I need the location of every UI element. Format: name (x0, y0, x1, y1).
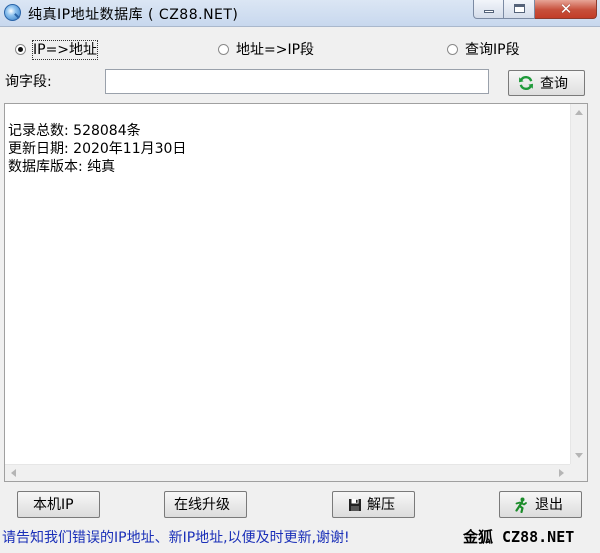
minimize-icon (484, 10, 494, 13)
result-text-area[interactable]: 记录总数: 528084条更新日期: 2020年11月30日 数据库版本: 纯真 (4, 103, 588, 482)
local-ip-button[interactable]: 本机IP (17, 491, 100, 518)
query-button[interactable]: 查询 (508, 70, 585, 96)
radio-dot (218, 44, 229, 55)
close-button[interactable]: ✕ (535, 0, 597, 19)
scroll-left-arrow-icon[interactable] (11, 469, 16, 477)
vertical-scrollbar[interactable] (570, 104, 587, 464)
radio-address-to-ip-range[interactable]: 地址=>IP段 (218, 41, 338, 59)
scroll-up-arrow-icon[interactable] (575, 110, 583, 115)
status-message: 请告知我们错误的IP地址、新IP地址,以便及时更新,谢谢! (2, 530, 350, 546)
app-window: 纯真IP地址数据库 ( CZ88.NET) ✕ IP=>地址 地址=>IP段 查… (0, 0, 600, 553)
online-upgrade-button-label: 在线升级 (174, 497, 230, 513)
radio-ip-to-address[interactable]: IP=>地址 (15, 40, 115, 60)
query-input[interactable] (105, 69, 489, 94)
local-ip-button-label: 本机IP (33, 497, 74, 513)
radio-query-ip-range[interactable]: 查询IP段 (447, 41, 547, 59)
app-logo-icon (4, 4, 21, 21)
refresh-icon (519, 76, 533, 90)
result-text: 记录总数: 528084条更新日期: 2020年11月30日 数据库版本: 纯真 (8, 122, 186, 176)
maximize-icon (514, 4, 525, 13)
radio-label: 地址=>IP段 (236, 42, 315, 58)
scroll-right-arrow-icon[interactable] (559, 469, 564, 477)
online-upgrade-button[interactable]: 在线升级 (164, 491, 247, 518)
exit-button-label: 退出 (535, 497, 563, 513)
scroll-down-arrow-icon[interactable] (575, 453, 583, 458)
unzip-button-label: 解压 (367, 497, 395, 513)
exit-button[interactable]: 退出 (499, 491, 582, 518)
floppy-disk-icon (349, 499, 361, 511)
horizontal-scrollbar[interactable] (5, 464, 570, 481)
query-field-label: 询字段: (5, 74, 52, 90)
query-button-label: 查询 (540, 75, 568, 91)
title-bar[interactable]: 纯真IP地址数据库 ( CZ88.NET) ✕ (0, 0, 600, 27)
result-line-db-version: 数据库版本: 纯真 (8, 159, 116, 175)
radio-label: 查询IP段 (465, 42, 520, 58)
radio-label: IP=>地址 (31, 40, 99, 60)
result-line-update-date: 更新日期: 2020年11月30日 (8, 141, 187, 157)
status-brand: 金狐 CZ88.NET (463, 528, 575, 546)
running-man-icon (515, 497, 527, 513)
radio-dot (15, 44, 26, 55)
maximize-button[interactable] (504, 0, 535, 19)
minimize-button[interactable] (473, 0, 504, 19)
radio-dot (447, 44, 458, 55)
close-icon: ✕ (559, 0, 573, 18)
unzip-button[interactable]: 解压 (332, 491, 415, 518)
window-title: 纯真IP地址数据库 ( CZ88.NET) (28, 7, 239, 23)
result-line-record-count: 记录总数: 528084条 (8, 123, 141, 139)
scrollbar-corner (570, 464, 587, 481)
